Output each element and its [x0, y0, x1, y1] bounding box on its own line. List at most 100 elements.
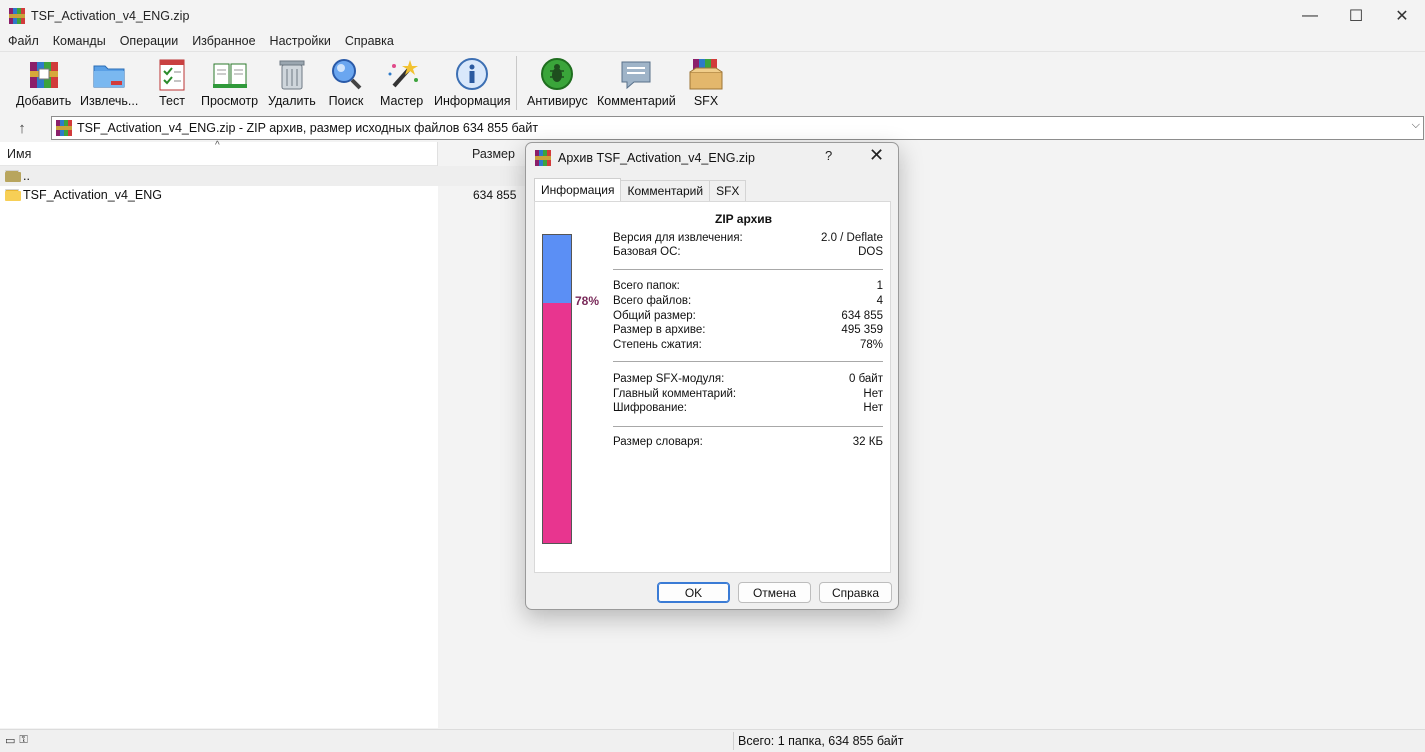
column-divider[interactable] [437, 142, 438, 166]
info-label: Информация [434, 94, 511, 108]
sfx-button[interactable]: SFX [687, 55, 725, 113]
help-icon[interactable]: ? [825, 148, 832, 163]
info-row-host-os: Базовая ОС: DOS [613, 246, 883, 258]
info-row-comment: Главный комментарий: Нет [613, 388, 883, 400]
info-key: Всего папок: [613, 280, 680, 292]
search-magnifier-icon [327, 55, 365, 93]
test-label: Тест [159, 94, 185, 108]
close-icon[interactable]: ✕ [869, 145, 884, 166]
menu-file[interactable]: Файл [1, 34, 46, 48]
status-bar: ▭ ⚿ Всего: 1 папка, 634 855 байт [0, 729, 1425, 752]
info-key: Общий размер: [613, 310, 696, 322]
delete-button[interactable]: Удалить [268, 55, 316, 113]
add-archive-icon [25, 55, 63, 93]
archive-info-dialog: Архив TSF_Activation_v4_ENG.zip ? ✕ Инфо… [525, 142, 899, 610]
info-value: Нет [863, 388, 883, 400]
tab-sfx[interactable]: SFX [709, 180, 747, 201]
info-row-version: Версия для извлечения: 2.0 / Deflate [613, 232, 883, 244]
add-button[interactable]: Добавить [16, 55, 71, 113]
info-panel: ZIP архив 78% Версия для извлечения: 2.0 … [534, 201, 891, 573]
info-button[interactable]: Информация [434, 55, 511, 113]
help-button[interactable]: Справка [819, 582, 892, 603]
wizard-wand-icon [383, 55, 421, 93]
chevron-down-icon[interactable]: ⌵ [1412, 119, 1420, 132]
info-row-folders: Всего папок: 1 [613, 280, 883, 292]
address-row: ↑ TSF_Activation_v4_ENG.zip - ZIP архив,… [0, 115, 1425, 141]
drive-icon[interactable]: ▭ [5, 734, 15, 747]
info-divider [613, 361, 883, 362]
info-value: 32 КБ [852, 436, 883, 448]
archive-icon [56, 120, 72, 136]
info-value: 78% [859, 339, 883, 351]
info-key: Степень сжатия: [613, 339, 702, 351]
info-value: 0 байт [848, 373, 883, 385]
wizard-label: Мастер [380, 94, 424, 108]
title-bar: TSF_Activation_v4_ENG.zip — ☐ ✕ [0, 0, 1425, 31]
view-book-icon [211, 55, 249, 93]
info-key: Версия для извлечения: [613, 232, 743, 244]
maximize-button[interactable]: ☐ [1333, 0, 1379, 31]
key-icon[interactable]: ⚿ [19, 734, 27, 747]
winrar-app-icon [9, 7, 25, 24]
address-text: TSF_Activation_v4_ENG.zip - ZIP архив, р… [77, 121, 539, 135]
info-value: 2.0 / Deflate [820, 232, 883, 244]
tab-info[interactable]: Информация [534, 178, 622, 201]
up-arrow-icon[interactable]: ↑ [10, 117, 34, 139]
trash-bin-icon [273, 55, 311, 93]
dialog-tabs: Информация Комментарий SFX [534, 178, 747, 201]
row-size: 634 855 [473, 188, 517, 202]
antivirus-bug-icon [538, 55, 576, 93]
sfx-label: SFX [693, 94, 719, 108]
minimize-button[interactable]: — [1287, 0, 1333, 31]
info-value: 634 855 [841, 310, 883, 322]
menu-commands[interactable]: Команды [46, 34, 113, 48]
info-key: Размер SFX-модуля: [613, 373, 725, 385]
row-name: TSF_Activation_v4_ENG [23, 188, 162, 202]
compression-ratio-label: 78% [575, 294, 600, 308]
status-text: Всего: 1 папка, 634 855 байт [738, 734, 904, 748]
column-name-header[interactable]: Имя [7, 147, 31, 161]
menu-operations[interactable]: Операции [113, 34, 185, 48]
list-pane [0, 142, 438, 728]
tab-comment[interactable]: Комментарий [620, 180, 711, 201]
comment-label: Комментарий [597, 94, 676, 108]
view-label: Просмотр [201, 94, 259, 108]
wizard-button[interactable]: Мастер [380, 55, 423, 113]
find-button[interactable]: Поиск [327, 55, 365, 113]
info-value: 495 359 [841, 324, 883, 336]
menu-favorites[interactable]: Избранное [185, 34, 262, 48]
sort-caret-icon: ^ [215, 140, 220, 151]
info-key: Шифрование: [613, 402, 687, 414]
info-value: 1 [876, 280, 883, 292]
info-value: DOS [858, 246, 883, 258]
list-row-parent[interactable]: .. [0, 166, 526, 186]
test-button[interactable]: Тест [153, 55, 191, 113]
saved-space-segment [543, 235, 571, 303]
cancel-button[interactable]: Отмена [738, 582, 811, 603]
menu-settings[interactable]: Настройки [263, 34, 338, 48]
comment-button[interactable]: Комментарий [597, 55, 676, 113]
toolbar: Добавить Извлечь... Тест Просмотр Удалит… [0, 51, 1425, 114]
test-checklist-icon [153, 55, 191, 93]
view-button[interactable]: Просмотр [201, 55, 258, 113]
info-key: Главный комментарий: [613, 388, 737, 400]
antivirus-button[interactable]: Антивирус [527, 55, 588, 113]
list-row-folder[interactable]: TSF_Activation_v4_ENG 634 855 [0, 185, 526, 205]
delete-label: Удалить [268, 94, 316, 108]
ok-button[interactable]: OK [657, 582, 730, 603]
menu-help[interactable]: Справка [338, 34, 401, 48]
close-window-button[interactable]: ✕ [1379, 0, 1425, 31]
folder-icon [5, 189, 21, 201]
dialog-title-bar[interactable]: Архив TSF_Activation_v4_ENG.zip ? ✕ [526, 143, 898, 172]
sfx-box-icon [687, 55, 725, 93]
column-size-header[interactable]: Размер [472, 147, 515, 161]
extract-label: Извлечь... [80, 94, 139, 108]
info-key: Базовая ОС: [613, 246, 681, 258]
address-bar[interactable]: TSF_Activation_v4_ENG.zip - ZIP архив, р… [51, 116, 1424, 140]
extract-button[interactable]: Извлечь... [80, 55, 138, 113]
parent-folder-icon [5, 170, 21, 182]
info-row-files: Всего файлов: 4 [613, 295, 883, 307]
toolbar-separator [516, 56, 517, 110]
info-divider [613, 426, 883, 427]
info-row-sfx-size: Размер SFX-модуля: 0 байт [613, 373, 883, 385]
